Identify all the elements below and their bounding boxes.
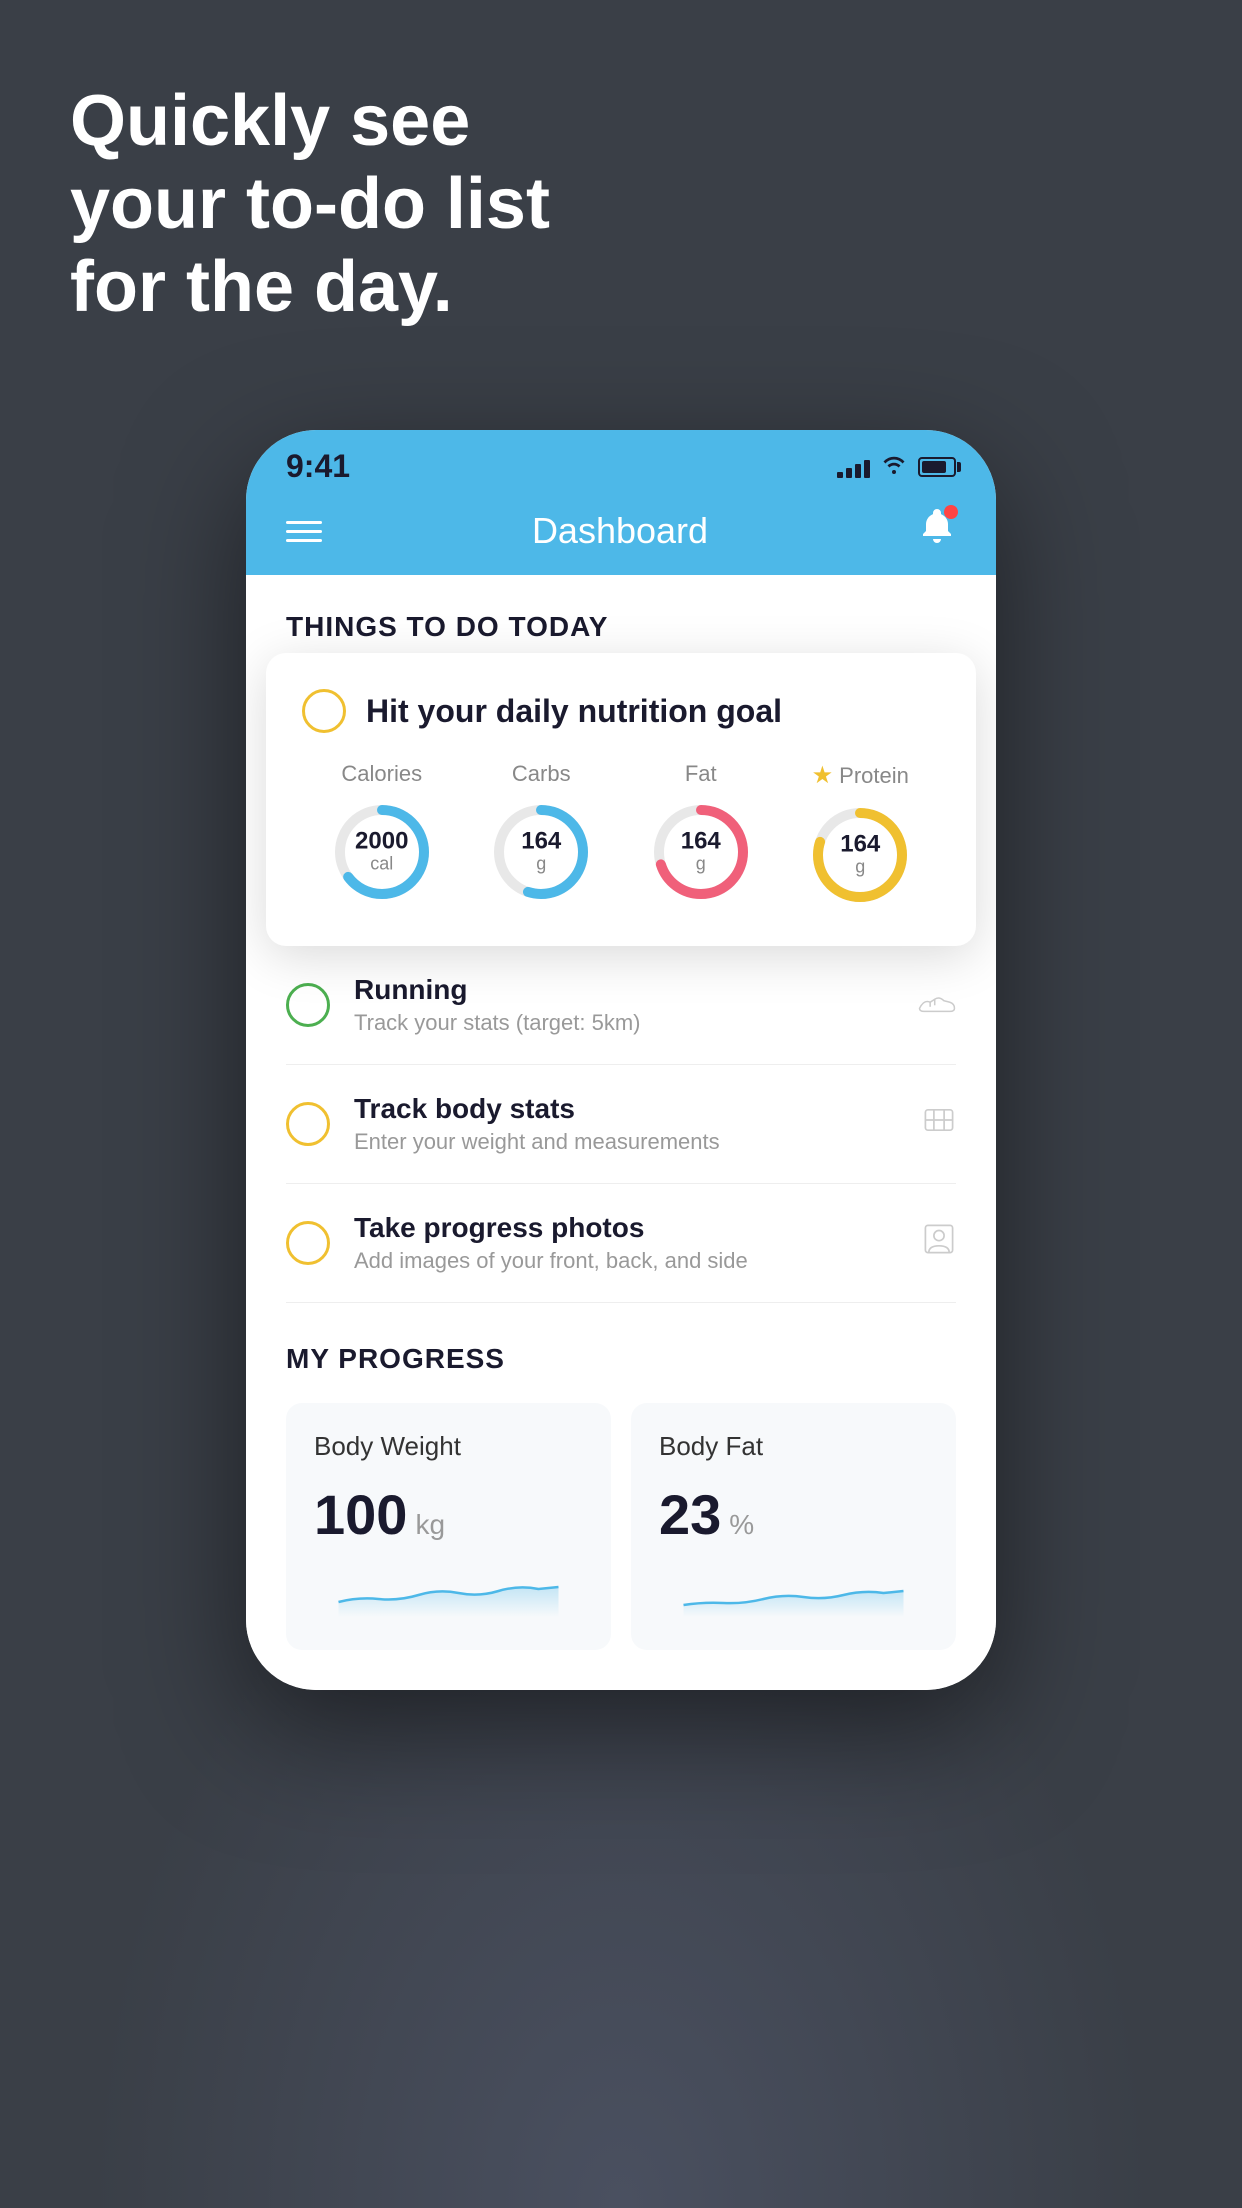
body-weight-chart (314, 1567, 583, 1617)
signal-bar-4 (864, 460, 870, 478)
phone-screen: 9:41 (246, 430, 996, 1690)
running-checkbox[interactable] (286, 983, 330, 1027)
signal-bar-2 (846, 468, 852, 478)
protein-label-row: ★ Protein (812, 761, 909, 790)
fat-label: Fat (685, 761, 717, 787)
running-subtitle: Track your stats (target: 5km) (354, 1010, 894, 1036)
calories-value: 2000 (355, 830, 408, 854)
progress-section-title: MY PROGRESS (286, 1343, 956, 1375)
fat-value-center: 164 g (681, 830, 721, 875)
calories-unit: cal (355, 854, 408, 875)
carbs-value: 164 (521, 830, 561, 854)
signal-icon (837, 456, 870, 478)
macro-carbs: Carbs 164 g (486, 761, 596, 907)
carbs-value-center: 164 g (521, 830, 561, 875)
body-fat-value-row: 23 % (659, 1482, 928, 1547)
photos-checkbox[interactable] (286, 1221, 330, 1265)
signal-bar-3 (855, 464, 861, 478)
fat-value: 164 (681, 830, 721, 854)
signal-bar-1 (837, 472, 843, 478)
body-weight-number: 100 (314, 1482, 407, 1547)
notification-dot (944, 505, 958, 519)
body-stats-title: Track body stats (354, 1093, 898, 1125)
fat-donut: 164 g (646, 797, 756, 907)
status-time: 9:41 (286, 448, 350, 485)
todo-list: Running Track your stats (target: 5km) T… (246, 946, 996, 1303)
body-fat-card-title: Body Fat (659, 1431, 928, 1462)
running-text: Running Track your stats (target: 5km) (354, 974, 894, 1036)
photos-title: Take progress photos (354, 1212, 898, 1244)
body-stats-subtitle: Enter your weight and measurements (354, 1129, 898, 1155)
macro-calories: Calories 2000 cal (327, 761, 437, 907)
body-weight-unit: kg (415, 1509, 445, 1541)
battery-fill (922, 461, 946, 473)
nutrition-title: Hit your daily nutrition goal (366, 693, 782, 730)
headline-line1: Quickly see (70, 81, 470, 161)
headline-line2: your to-do list (70, 164, 550, 244)
macro-fat: Fat 164 g (646, 761, 756, 907)
body-stats-text: Track body stats Enter your weight and m… (354, 1093, 898, 1155)
photos-subtitle: Add images of your front, back, and side (354, 1248, 898, 1274)
body-fat-unit: % (729, 1509, 754, 1541)
carbs-label: Carbs (512, 761, 571, 787)
status-bar: 9:41 (246, 430, 996, 493)
content-area: THINGS TO DO TODAY Hit your daily nutrit… (246, 575, 996, 946)
body-fat-card[interactable]: Body Fat 23 % (631, 1403, 956, 1650)
headline-text: Quickly see your to-do list for the day. (70, 80, 550, 328)
running-shoe-icon (918, 984, 956, 1026)
nav-bar: Dashboard (246, 493, 996, 575)
nav-title: Dashboard (532, 510, 708, 552)
nutrition-checkbox[interactable] (302, 689, 346, 733)
protein-unit: g (840, 857, 880, 878)
macro-protein: ★ Protein 164 g (805, 761, 915, 910)
body-weight-value-row: 100 kg (314, 1482, 583, 1547)
hamburger-line-2 (286, 530, 322, 533)
body-weight-card-title: Body Weight (314, 1431, 583, 1462)
photos-text: Take progress photos Add images of your … (354, 1212, 898, 1274)
headline-line3: for the day. (70, 247, 453, 327)
body-stats-checkbox[interactable] (286, 1102, 330, 1146)
portrait-icon (922, 1222, 956, 1265)
status-icons (837, 452, 956, 481)
todo-item-photos[interactable]: Take progress photos Add images of your … (286, 1184, 956, 1303)
fat-unit: g (681, 854, 721, 875)
carbs-donut: 164 g (486, 797, 596, 907)
carbs-unit: g (521, 854, 561, 875)
nutrition-card: Hit your daily nutrition goal Calories (266, 653, 976, 946)
battery-icon (918, 457, 956, 477)
calories-label: Calories (341, 761, 422, 787)
body-fat-number: 23 (659, 1482, 721, 1547)
protein-star-icon: ★ (812, 761, 834, 790)
scale-icon (922, 1103, 956, 1146)
running-title: Running (354, 974, 894, 1006)
calories-donut: 2000 cal (327, 797, 437, 907)
notifications-button[interactable] (918, 507, 956, 555)
progress-cards-row: Body Weight 100 kg (286, 1403, 956, 1690)
hamburger-line-1 (286, 521, 322, 524)
progress-section: MY PROGRESS Body Weight 100 kg (246, 1303, 996, 1690)
protein-donut: 164 g (805, 800, 915, 910)
macros-row: Calories 2000 cal (302, 761, 940, 910)
protein-label: Protein (839, 763, 909, 789)
phone-mockup: 9:41 (246, 430, 996, 1690)
todo-item-body-stats[interactable]: Track body stats Enter your weight and m… (286, 1065, 956, 1184)
calories-value-center: 2000 cal (355, 830, 408, 875)
things-to-do-title: THINGS TO DO TODAY (286, 611, 956, 643)
body-fat-chart (659, 1567, 928, 1617)
nutrition-header: Hit your daily nutrition goal (302, 689, 940, 733)
todo-item-running[interactable]: Running Track your stats (target: 5km) (286, 946, 956, 1065)
protein-value-center: 164 g (840, 833, 880, 878)
hamburger-menu-icon[interactable] (286, 521, 322, 542)
body-weight-card[interactable]: Body Weight 100 kg (286, 1403, 611, 1650)
hamburger-line-3 (286, 539, 322, 542)
protein-value: 164 (840, 833, 880, 857)
wifi-icon (880, 452, 908, 481)
